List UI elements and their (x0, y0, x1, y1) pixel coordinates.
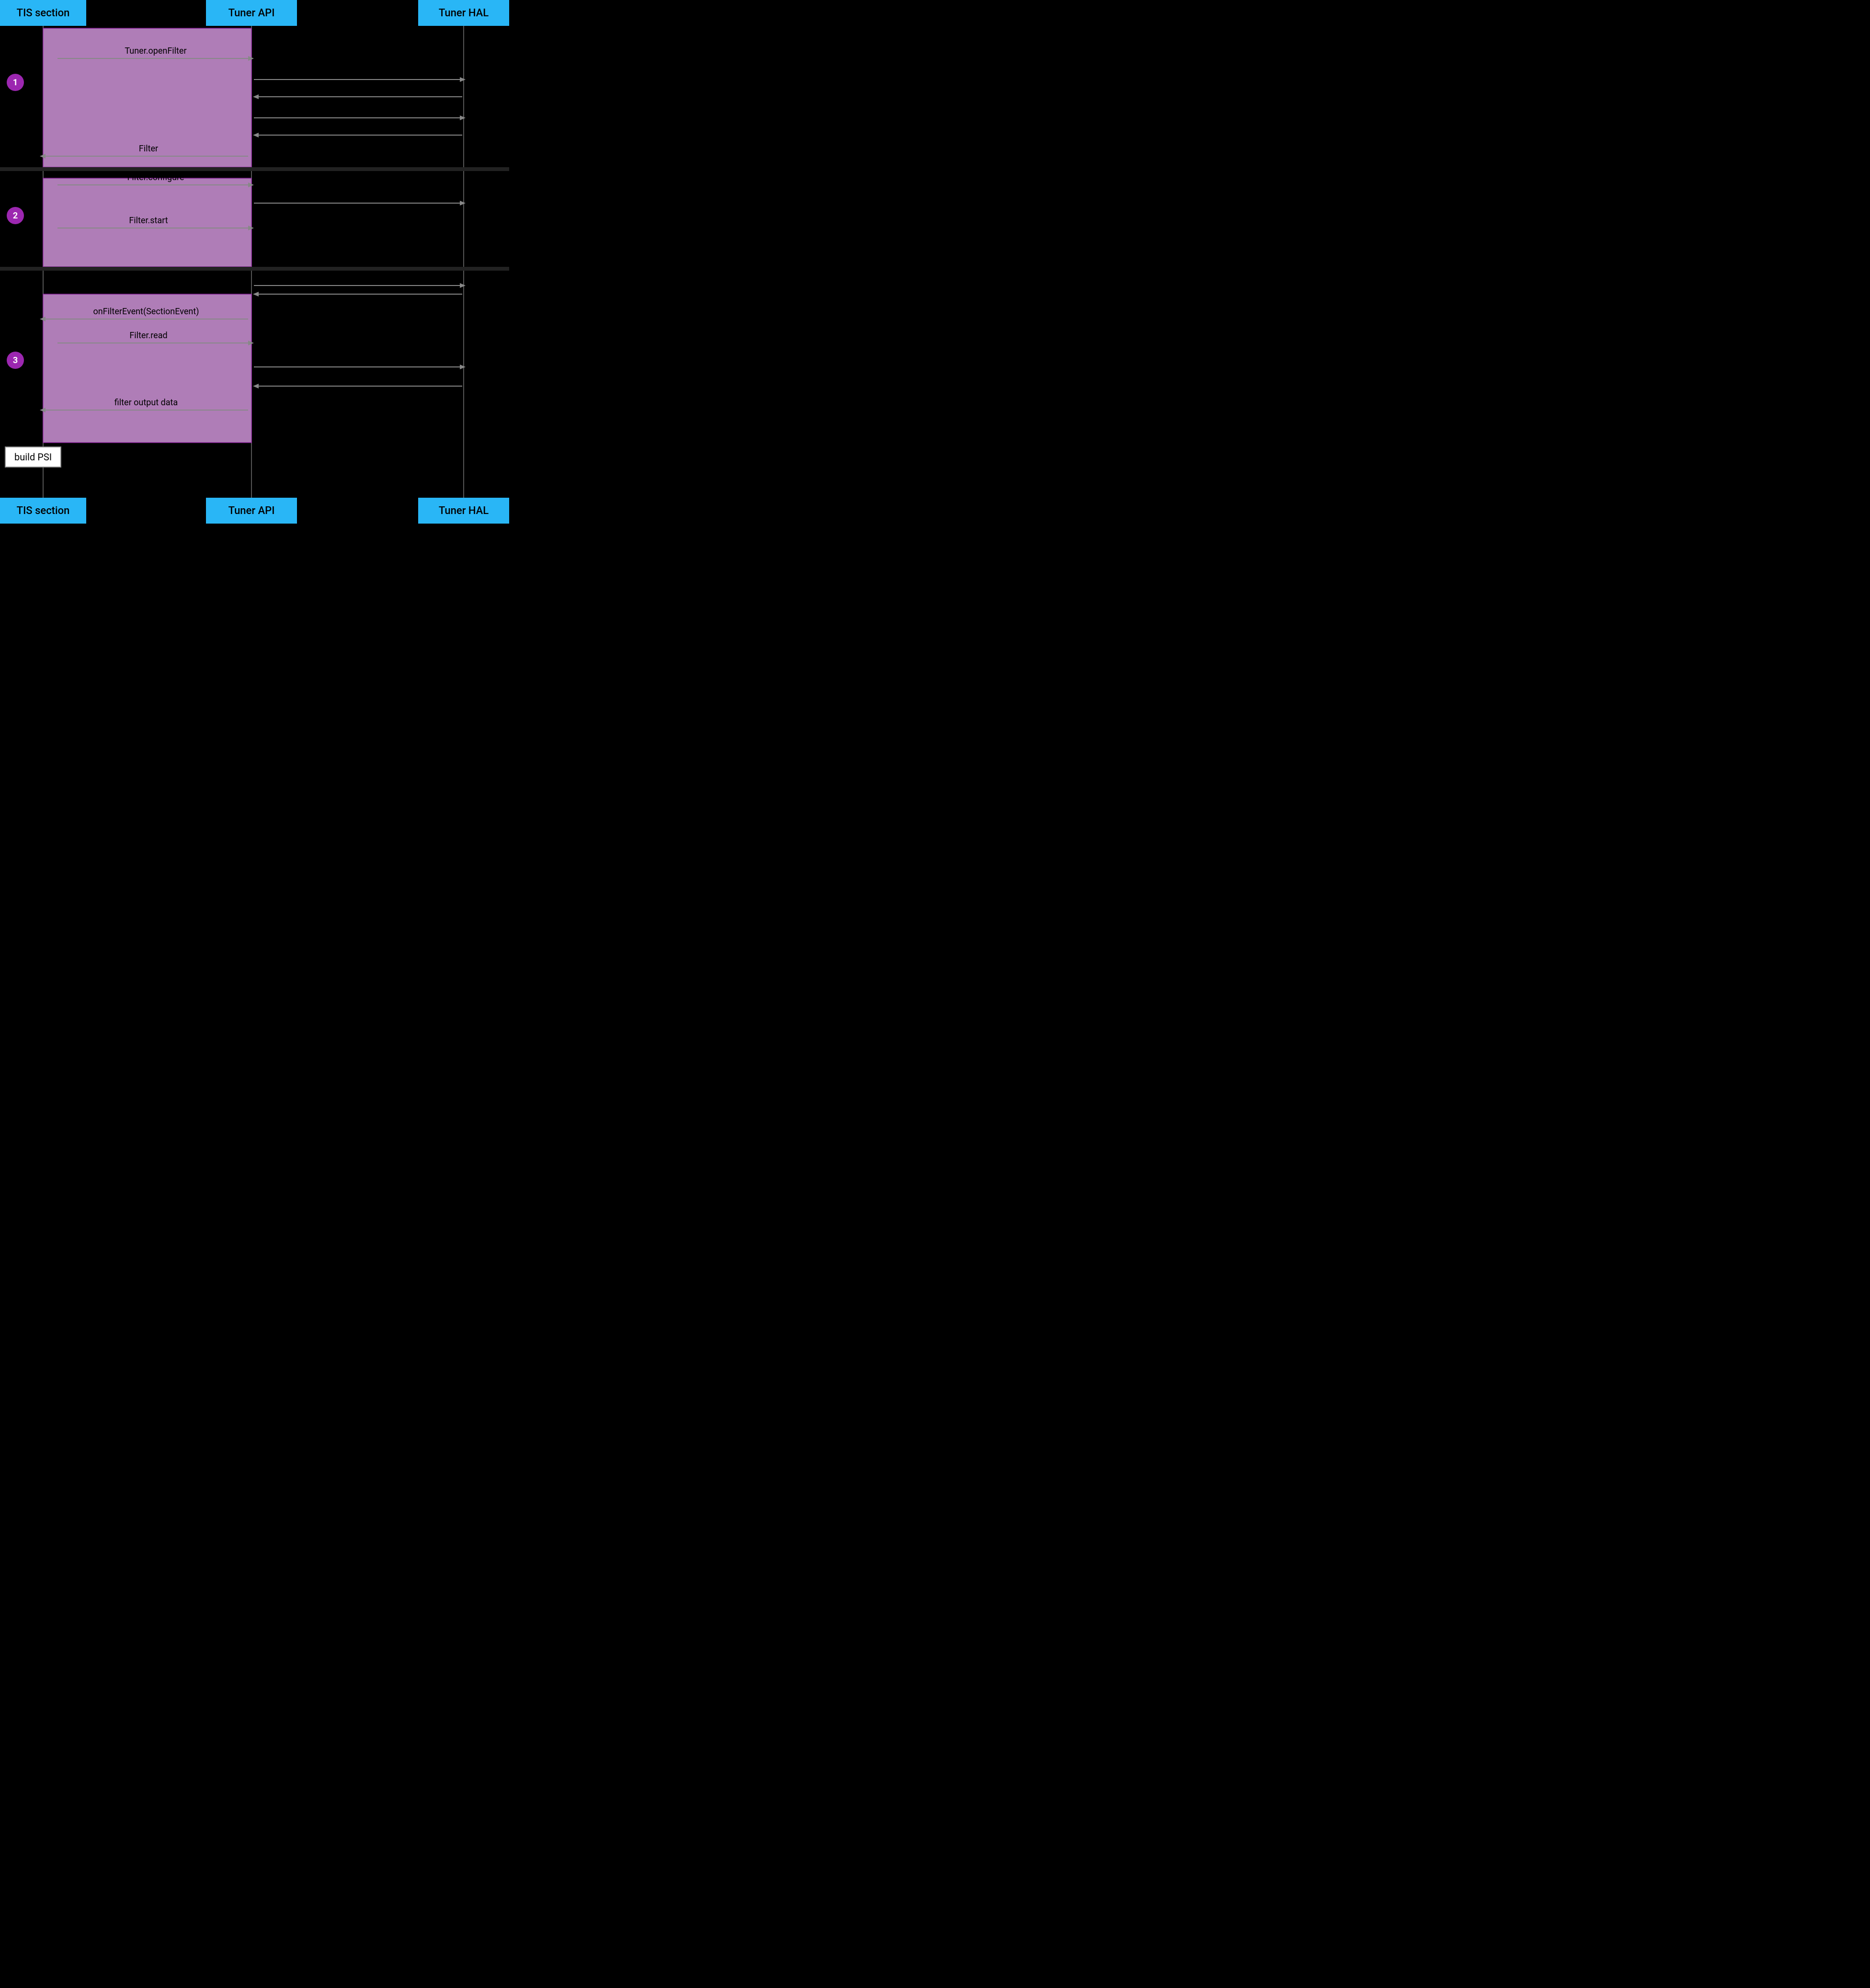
svg-text:Filter: Filter (139, 144, 158, 154)
header-tuner-hal-label: Tuner HAL (439, 7, 489, 19)
diagram-container: TIS section Tuner API Tuner HAL (0, 0, 509, 524)
step-circle-2: 2 (7, 207, 24, 224)
footer-tuner-hal-label: Tuner HAL (439, 505, 489, 517)
header-tis-label: TIS section (17, 7, 70, 19)
header-tis: TIS section (0, 0, 86, 26)
build-psi-box: build PSI (5, 446, 61, 468)
svg-text:Filter.read: Filter.read (129, 331, 167, 341)
header-bar: TIS section Tuner API Tuner HAL (0, 0, 509, 26)
header-tuner-api: Tuner API (206, 0, 297, 26)
svg-text:filter output data: filter output data (114, 398, 178, 408)
build-psi-label: build PSI (14, 451, 52, 463)
diagram-svg: Tuner.openFilter Filter Filter.configure (0, 26, 509, 498)
svg-text:onFilterEvent(SectionEvent): onFilterEvent(SectionEvent) (93, 307, 199, 317)
step-circle-3: 3 (7, 352, 24, 369)
footer-tuner-api-label: Tuner API (228, 505, 275, 517)
svg-text:Filter.configure: Filter.configure (127, 172, 184, 183)
footer-tuner-hal: Tuner HAL (418, 498, 509, 524)
svg-text:Tuner.openFilter: Tuner.openFilter (125, 46, 186, 56)
svg-text:Filter.start: Filter.start (129, 216, 168, 226)
footer-bar: TIS section Tuner API Tuner HAL (0, 498, 509, 524)
footer-tuner-api: Tuner API (206, 498, 297, 524)
header-tuner-api-label: Tuner API (228, 7, 275, 19)
step-circle-1: 1 (7, 74, 24, 91)
footer-tis-label: TIS section (17, 505, 70, 517)
main-diagram: Tuner.openFilter Filter Filter.configure (0, 26, 509, 498)
footer-tis: TIS section (0, 498, 86, 524)
header-tuner-hal: Tuner HAL (418, 0, 509, 26)
